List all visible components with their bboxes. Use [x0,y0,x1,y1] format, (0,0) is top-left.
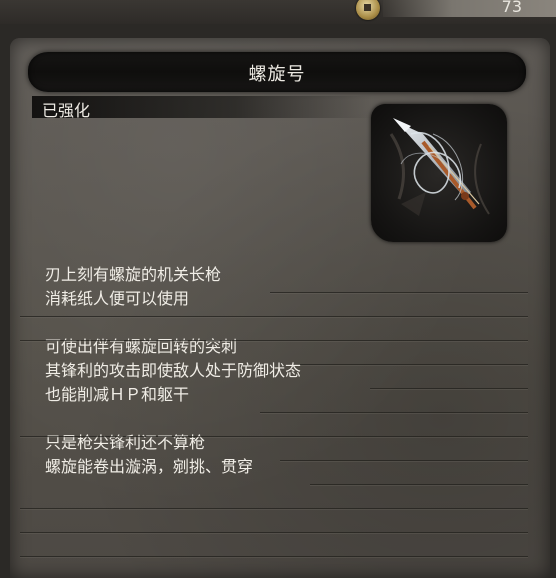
ruled-line [20,508,528,509]
description-line: 螺旋能卷出漩涡，剜挑、贯穿 [45,457,254,476]
ruled-line [370,388,528,389]
ruled-line [260,412,528,413]
ruled-line [20,556,528,557]
status-bar: 已强化 [32,96,372,120]
ruled-line [310,484,528,485]
coin-hole [364,4,371,11]
item-count: 73 [501,0,522,16]
description-line: 刃上刻有螺旋的机关长枪 [45,265,222,284]
item-name: 螺旋号 [248,64,306,85]
spiral-spear-illustration [389,118,490,216]
ruled-line [20,532,528,533]
ruled-line [270,292,528,293]
title-bar: 螺旋号 [28,52,526,92]
ruled-line [20,316,528,317]
description-line: 也能削减ＨＰ和躯干 [45,385,190,404]
ruled-line [20,436,528,437]
spear-icon [371,104,507,242]
description-line: 其锋利的攻击即使敌人处于防御状态 [45,361,302,380]
description-line: 消耗纸人便可以使用 [45,289,190,308]
ruled-line [20,340,528,341]
ruled-line [280,460,528,461]
ruled-line [300,364,528,365]
upgrade-status: 已强化 [42,101,91,120]
counter-bar: 73 [383,0,556,17]
